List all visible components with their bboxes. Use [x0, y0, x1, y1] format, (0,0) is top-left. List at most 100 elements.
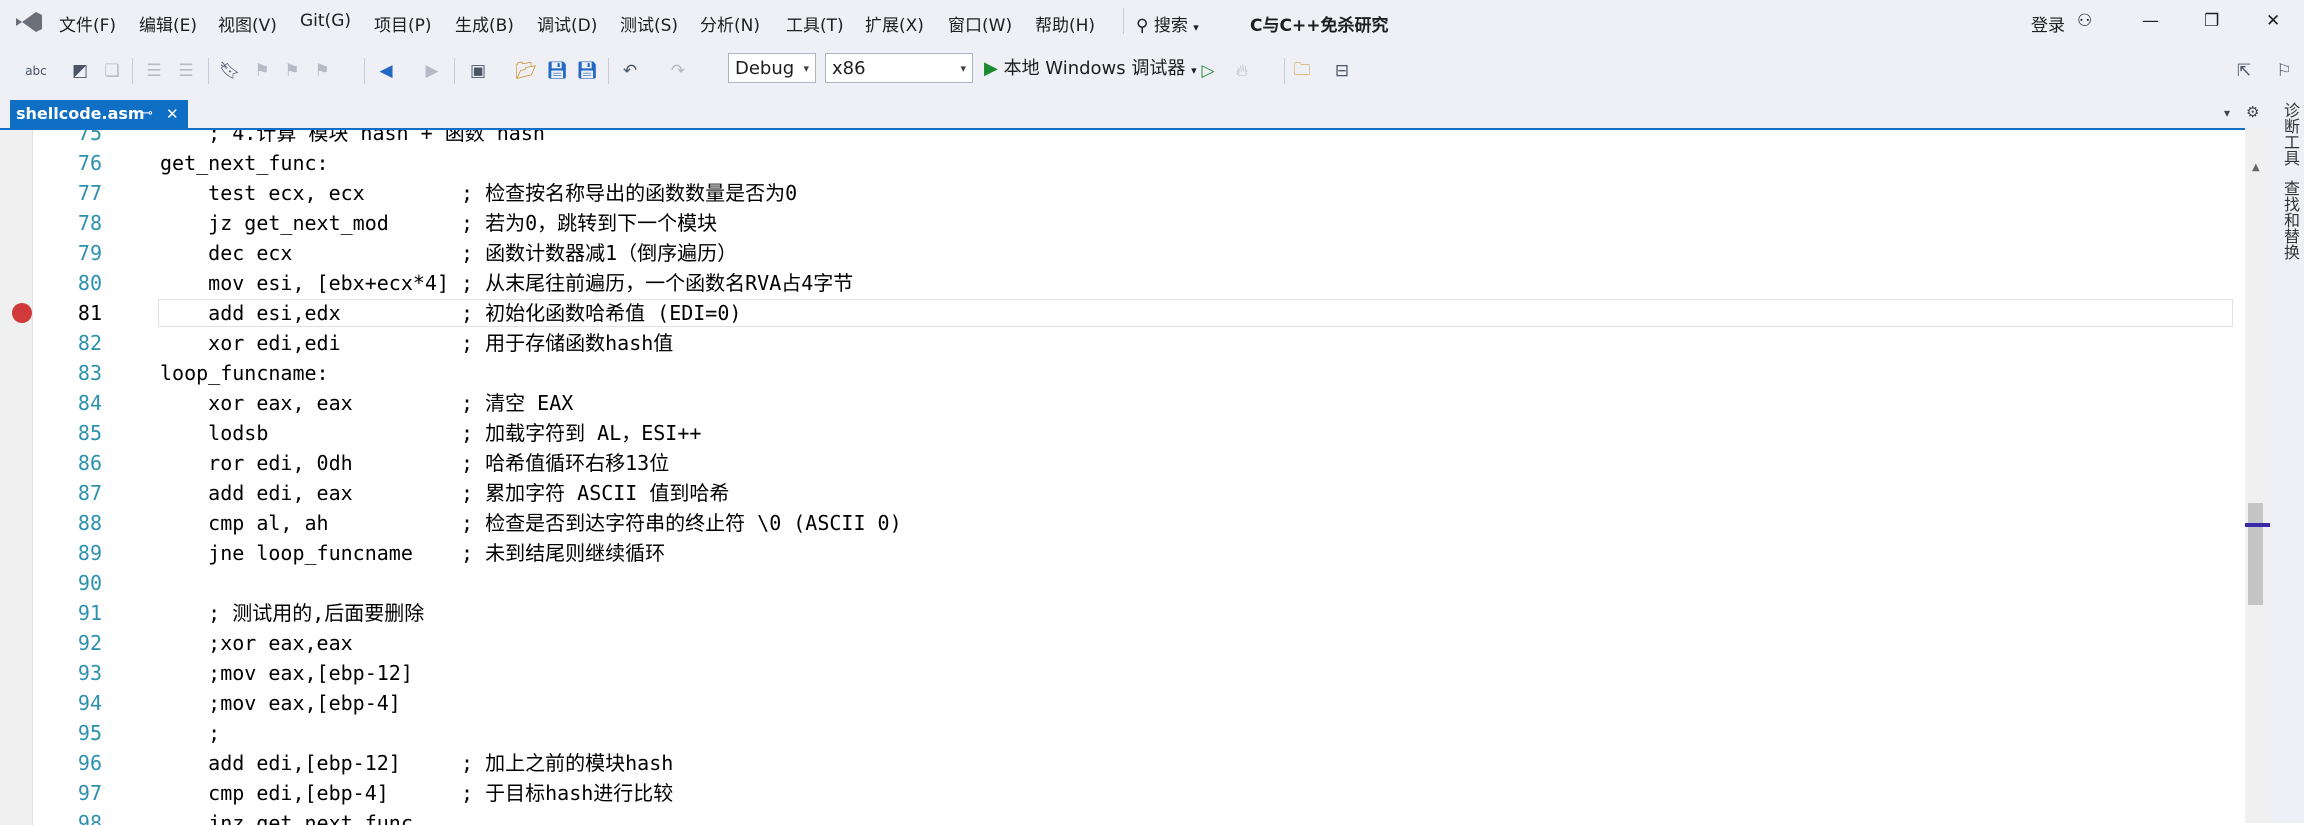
settings-gear-icon[interactable]: ⚙: [2246, 103, 2259, 121]
code-text[interactable]: get_next_func:: [160, 148, 329, 178]
code-line[interactable]: 76 get_next_func:: [0, 148, 2245, 178]
menu-build[interactable]: 生成(B): [455, 11, 514, 36]
code-line[interactable]: 82 xor edi,edi ; 用于存储函数hash值: [0, 328, 2245, 358]
start-without-debugging-icon[interactable]: ▷: [1196, 59, 1220, 83]
menu-help[interactable]: 帮助(H): [1035, 11, 1095, 36]
code-line[interactable]: 80 mov esi, [ebx+ecx*4] ; 从末尾往前遍历，一个函数名R…: [0, 268, 2245, 298]
code-text[interactable]: lodsb ; 加载字符到 AL，ESI++: [160, 418, 701, 448]
menu-window[interactable]: 窗口(W): [948, 11, 1012, 36]
menu-file[interactable]: 文件(F): [59, 11, 116, 36]
code-text[interactable]: ; 4.计算 模块 hash + 函数 hash: [160, 130, 545, 148]
copy-icon[interactable]: ❏: [100, 59, 124, 83]
code-line[interactable]: 89 jne loop_funcname ; 未到结尾则继续循环: [0, 538, 2245, 568]
minimize-icon[interactable]: —: [2142, 11, 2159, 31]
account-icon[interactable]: ⚇: [2077, 11, 2092, 31]
open-folder-icon[interactable]: 📂︎: [514, 59, 538, 83]
code-text[interactable]: jnz get_next_func: [160, 808, 413, 825]
code-line[interactable]: 95 ;: [0, 718, 2245, 748]
menu-project[interactable]: 项目(P): [374, 11, 432, 36]
next-bookmark-icon[interactable]: ⚑: [280, 59, 304, 83]
menu-tools[interactable]: 工具(T): [786, 11, 844, 36]
solution-explorer-icon[interactable]: 🗀: [1290, 59, 1314, 83]
code-text[interactable]: dec ecx ; 函数计数器减1（倒序遍历）: [160, 238, 737, 268]
code-text[interactable]: xor edi,edi ; 用于存储函数hash值: [160, 328, 673, 358]
hot-reload-icon[interactable]: 🔥︎: [1230, 59, 1254, 83]
configuration-select[interactable]: Debug ▾: [728, 53, 816, 83]
code-text[interactable]: ;: [160, 718, 220, 748]
scrollbar-thumb[interactable]: [2248, 503, 2263, 605]
code-line[interactable]: 84 xor eax, eax ; 清空 EAX: [0, 388, 2245, 418]
code-line[interactable]: 75 ; 4.计算 模块 hash + 函数 hash: [0, 130, 2245, 148]
code-line[interactable]: 85 lodsb ; 加载字符到 AL，ESI++: [0, 418, 2245, 448]
code-text[interactable]: add esi,edx ; 初始化函数哈希值 (EDI=0): [160, 298, 741, 328]
tab-list-dropdown-icon[interactable]: ▾: [2224, 106, 2230, 120]
indent-icon[interactable]: ☰: [174, 59, 198, 83]
bookmark-icon[interactable]: 🔖︎: [218, 59, 242, 83]
redo-icon[interactable]: ↷: [666, 59, 690, 83]
visual-studio-logo-icon[interactable]: [14, 10, 44, 34]
code-line[interactable]: 93 ;mov eax,[ebp-12]: [0, 658, 2245, 688]
save-icon[interactable]: 💾︎: [545, 59, 569, 83]
code-text[interactable]: jne loop_funcname ; 未到结尾则继续循环: [160, 538, 665, 568]
find-replace-tab[interactable]: 查找和替换: [2278, 180, 2302, 260]
code-editor[interactable]: 75 ; 4.计算 模块 hash + 函数 hash 76 get_next_fu…: [0, 128, 2245, 825]
code-line[interactable]: 92 ;xor eax,eax: [0, 628, 2245, 658]
new-project-icon[interactable]: ▣: [466, 59, 490, 83]
code-text[interactable]: test ecx, ecx ; 检查按名称导出的函数数量是否为0: [160, 178, 797, 208]
code-text[interactable]: loop_funcname:: [160, 358, 329, 388]
close-tab-icon[interactable]: ✕: [166, 100, 179, 128]
tab-shellcode-asm[interactable]: shellcode.asm ⊸ ✕: [10, 100, 188, 128]
code-line[interactable]: 78 jz get_next_mod ; 若为0，跳转到下一个模块: [0, 208, 2245, 238]
code-line[interactable]: 87 add edi, eax ; 累加字符 ASCII 值到哈希: [0, 478, 2245, 508]
code-line[interactable]: 79 dec ecx ; 函数计数器减1（倒序遍历）: [0, 238, 2245, 268]
code-text[interactable]: add edi,[ebp-12] ; 加上之前的模块hash: [160, 748, 673, 778]
code-line[interactable]: 90: [0, 568, 2245, 598]
clear-bookmarks-icon[interactable]: ⚑: [310, 59, 334, 83]
code-line[interactable]: 83 loop_funcname:: [0, 358, 2245, 388]
navigate-icon[interactable]: ◩: [68, 59, 92, 83]
code-line[interactable]: 98 jnz get_next_func: [0, 808, 2245, 825]
code-text[interactable]: ror edi, 0dh ; 哈希值循环右移13位: [160, 448, 669, 478]
code-text[interactable]: cmp edi,[ebp-4] ; 于目标hash进行比较: [160, 778, 673, 808]
share-icon[interactable]: ⇱: [2232, 59, 2256, 83]
code-line[interactable]: 94 ;mov eax,[ebp-4]: [0, 688, 2245, 718]
code-line[interactable]: 91 ; 测试用的,后面要删除: [0, 598, 2245, 628]
outdent-icon[interactable]: ☰: [142, 59, 166, 83]
code-line[interactable]: 97 cmp edi,[ebp-4] ; 于目标hash进行比较: [0, 778, 2245, 808]
start-debugging-button[interactable]: ▶ 本地 Windows 调试器 ▾: [984, 54, 1197, 84]
forward-icon[interactable]: ▶: [420, 59, 444, 83]
window-layout-icon[interactable]: ⊟: [1330, 59, 1354, 83]
menu-extensions[interactable]: 扩展(X): [865, 11, 924, 36]
code-text[interactable]: ;xor eax,eax: [160, 628, 353, 658]
diagnostic-tools-tab[interactable]: 诊断工具: [2278, 102, 2302, 166]
back-icon[interactable]: ◀: [374, 59, 398, 83]
menu-view[interactable]: 视图(V): [218, 11, 277, 36]
menu-test[interactable]: 测试(S): [620, 11, 678, 36]
code-line[interactable]: 96 add edi,[ebp-12] ; 加上之前的模块hash: [0, 748, 2245, 778]
code-line[interactable]: 77 test ecx, ecx ; 检查按名称导出的函数数量是否为0: [0, 178, 2245, 208]
save-all-icon[interactable]: 💾︎: [575, 59, 599, 83]
code-text[interactable]: ;mov eax,[ebp-12]: [160, 658, 413, 688]
code-text[interactable]: cmp al, ah ; 检查是否到达字符串的终止符 \0 (ASCII 0): [160, 508, 901, 538]
code-text[interactable]: xor eax, eax ; 清空 EAX: [160, 388, 573, 418]
code-text[interactable]: jz get_next_mod ; 若为0，跳转到下一个模块: [160, 208, 717, 238]
close-window-icon[interactable]: ✕: [2266, 11, 2280, 31]
pin-icon[interactable]: ⊸: [142, 100, 153, 128]
login-link[interactable]: 登录: [2031, 11, 2065, 36]
code-text[interactable]: mov esi, [ebx+ecx*4] ; 从末尾往前遍历，一个函数名RVA占…: [160, 268, 853, 298]
code-line[interactable]: 88 cmp al, ah ; 检查是否到达字符串的终止符 \0 (ASCII …: [0, 508, 2245, 538]
scroll-up-arrow-icon[interactable]: ▲: [2252, 162, 2260, 173]
menu-git[interactable]: Git(G): [300, 11, 351, 31]
code-text[interactable]: ; 测试用的,后面要删除: [160, 598, 424, 628]
platform-select[interactable]: x86 ▾: [825, 53, 973, 83]
feedback-icon[interactable]: ⚐: [2272, 59, 2296, 83]
restore-icon[interactable]: ❐: [2204, 11, 2219, 31]
code-line[interactable]: 81 add esi,edx ; 初始化函数哈希值 (EDI=0): [0, 298, 2245, 328]
code-text[interactable]: add edi, eax ; 累加字符 ASCII 值到哈希: [160, 478, 729, 508]
spell-check-icon[interactable]: abc: [16, 59, 56, 83]
menu-edit[interactable]: 编辑(E): [139, 11, 197, 36]
code-line[interactable]: 86 ror edi, 0dh ; 哈希值循环右移13位: [0, 448, 2245, 478]
menu-analyze[interactable]: 分析(N): [700, 11, 760, 36]
code-text[interactable]: ;mov eax,[ebp-4]: [160, 688, 401, 718]
vertical-scrollbar[interactable]: ▲: [2245, 128, 2270, 823]
